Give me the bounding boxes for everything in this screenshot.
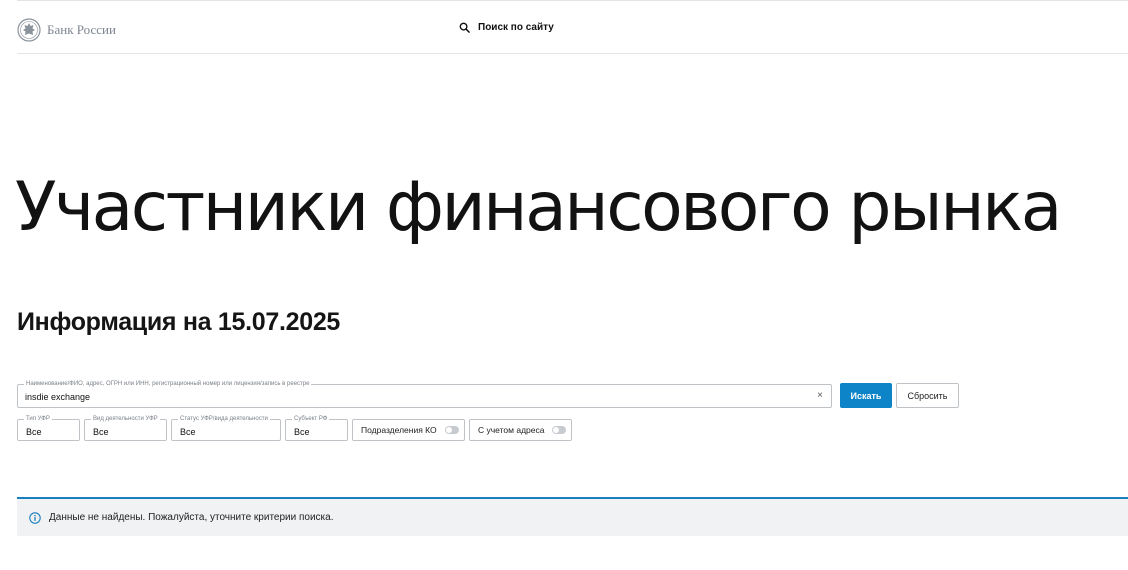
filter-status-select[interactable]: Статус УФР/вида деятельности Все	[171, 415, 281, 441]
toggle-divisions[interactable]: Подразделения КО	[352, 419, 465, 441]
filter-region-legend: Субъект РФ	[292, 415, 330, 423]
search-icon	[459, 22, 470, 33]
toggle-divisions-switch[interactable]	[444, 426, 459, 434]
page: Банк России Поиск по сайту Участники фин…	[0, 0, 1128, 570]
search-input[interactable]	[25, 390, 785, 404]
site-search-label: Поиск по сайту	[478, 22, 554, 33]
info-date-heading: Информация на 15.07.2025	[17, 308, 341, 336]
reset-button[interactable]: Сбросить	[896, 383, 959, 408]
logo-text: Банк России	[47, 22, 116, 37]
page-title: Участники финансового рынка	[15, 168, 1062, 247]
filter-type-select[interactable]: Тип УФР Все	[17, 415, 80, 441]
notice-text: Данные не найдены. Пожалуйста, уточните …	[49, 512, 334, 523]
logo-link[interactable]: Банк России	[17, 17, 116, 43]
site-header: Банк России Поиск по сайту	[17, 0, 1128, 54]
filter-type-value: Все	[26, 427, 42, 437]
search-field-legend: Наименование/ФИО, адрес, ОГРН или ИНН, р…	[24, 380, 312, 388]
search-button[interactable]: Искать	[840, 383, 892, 408]
bank-emblem-icon	[17, 18, 41, 42]
filter-type-legend: Тип УФР	[24, 415, 52, 423]
filter-activity-value: Все	[93, 427, 109, 437]
filter-activity-select[interactable]: Вид деятельности УФР Все	[84, 415, 167, 441]
info-icon	[29, 511, 41, 524]
toggle-address-label: С учетом адреса	[478, 425, 545, 435]
search-field: Наименование/ФИО, адрес, ОГРН или ИНН, р…	[17, 380, 832, 408]
no-results-notice: Данные не найдены. Пожалуйста, уточните …	[17, 497, 1128, 536]
filter-region-select[interactable]: Субъект РФ Все	[285, 415, 348, 441]
filter-region-value: Все	[294, 427, 310, 437]
toggle-divisions-label: Подразделения КО	[361, 425, 437, 435]
clear-search-button[interactable]: ×	[817, 390, 823, 402]
filter-status-value: Все	[180, 427, 196, 437]
filter-activity-legend: Вид деятельности УФР	[91, 415, 160, 423]
toggle-address[interactable]: С учетом адреса	[469, 419, 572, 441]
site-search-link[interactable]: Поиск по сайту	[459, 22, 554, 33]
filter-status-legend: Статус УФР/вида деятельности	[178, 415, 270, 423]
toggle-address-switch[interactable]	[552, 426, 567, 434]
